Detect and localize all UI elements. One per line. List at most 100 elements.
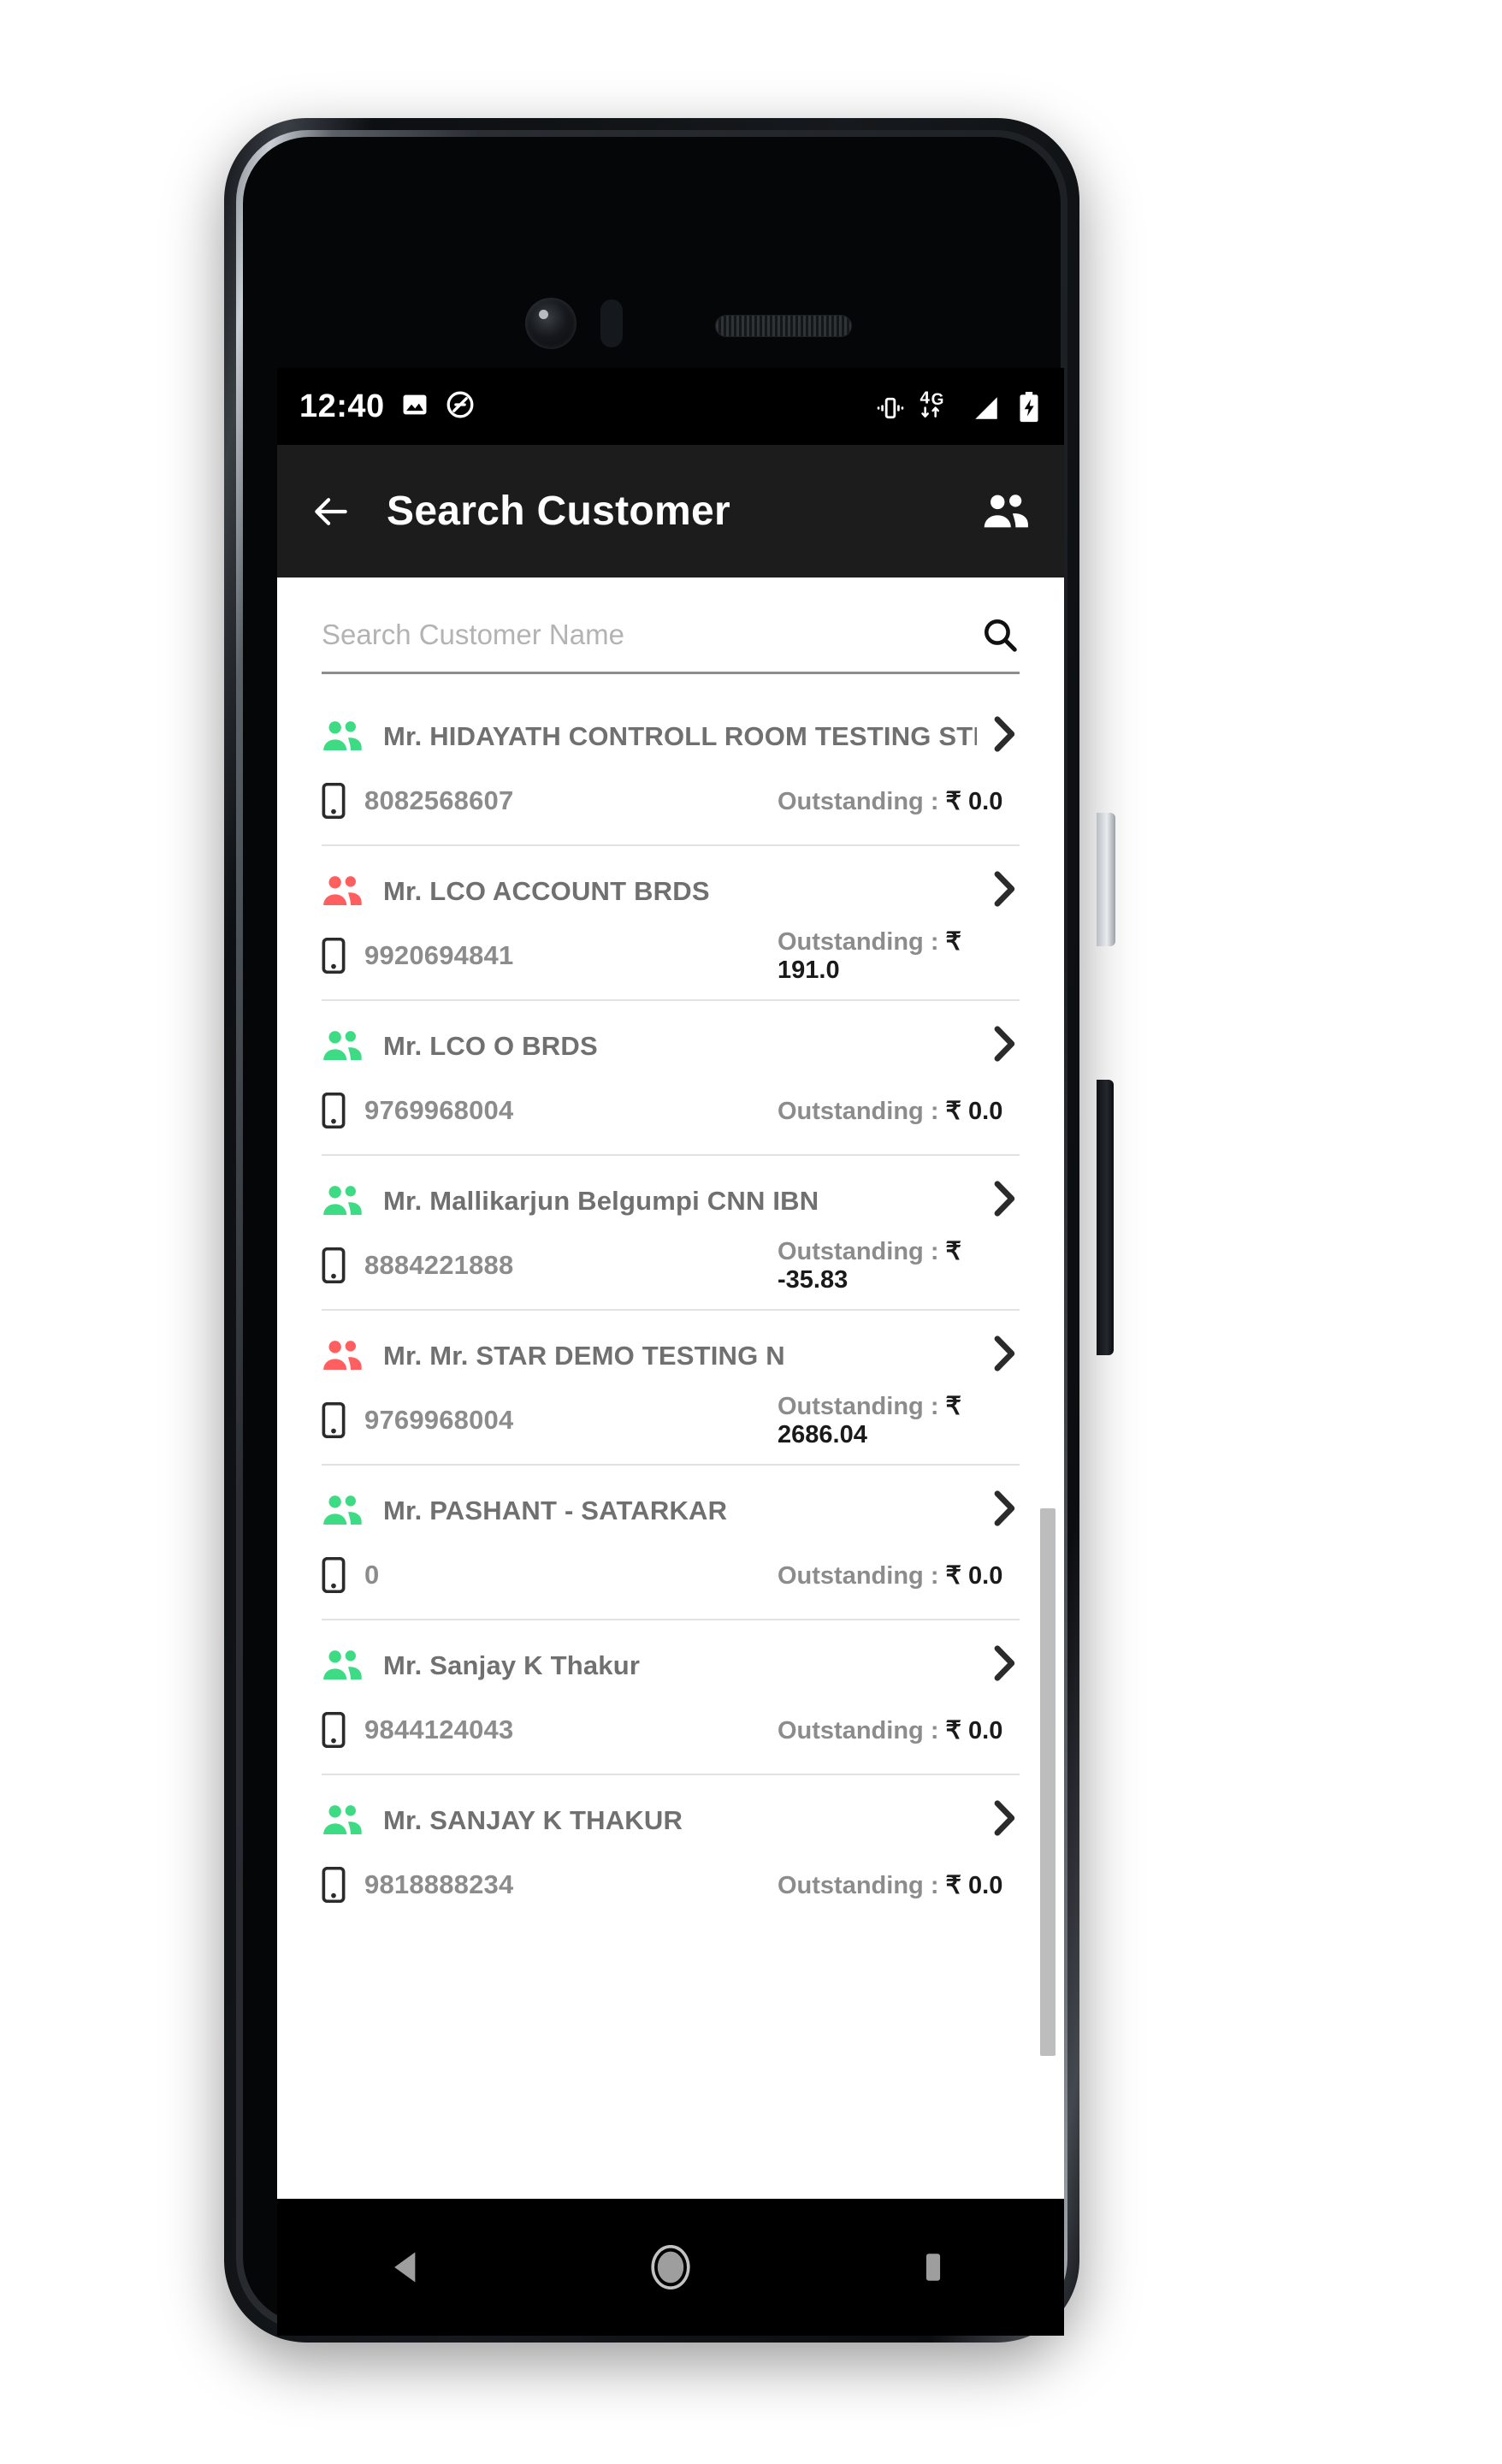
- phone-icon: [322, 782, 346, 820]
- outstanding-amount: Outstanding : ₹ 0.0: [778, 1870, 1002, 1900]
- customer-list-item[interactable]: Mr. Mr. STAR DEMO TESTING N 9769968004 Out…: [277, 1311, 1064, 1466]
- power-button[interactable]: [1097, 1080, 1114, 1355]
- phone-icon: [322, 937, 346, 974]
- chevron-right-icon[interactable]: [977, 1178, 1020, 1223]
- customer-list-item[interactable]: Mr. Mallikarjun Belgumpi CNN IBN 88842218…: [277, 1156, 1064, 1311]
- customer-row-details: 9769968004 Outstanding : ₹ 0.0: [322, 1074, 1020, 1156]
- camera-lens-dot: [539, 310, 548, 319]
- phone-device-frame: 12:40 4 G Search Customer Search Custome…: [224, 118, 1115, 2343]
- customer-row-details: 9920694841 Outstanding : ₹ 191.0: [322, 919, 1020, 1001]
- customer-list-item[interactable]: Mr. LCO O BRDS 9769968004 Outstanding : ₹ …: [277, 1001, 1064, 1156]
- chevron-right-icon[interactable]: [977, 714, 1020, 759]
- phone-icon: [322, 1401, 346, 1439]
- customer-phone: 8884221888: [364, 1250, 514, 1280]
- outstanding-value: ₹ 0.0: [945, 1716, 1003, 1744]
- search-field-container: [322, 615, 1020, 674]
- app-bar: Search Customer: [277, 445, 1064, 578]
- chevron-right-icon[interactable]: [977, 1488, 1020, 1533]
- search-icon[interactable]: [965, 615, 1020, 654]
- list-scrollbar[interactable]: [1040, 1508, 1056, 2056]
- customer-row-details: 9818888234 Outstanding : ₹ 0.0: [322, 1848, 1020, 1928]
- outstanding-value: ₹ 0.0: [945, 1097, 1003, 1125]
- customer-name: Mr. LCO ACCOUNT BRDS: [383, 875, 710, 906]
- chevron-right-icon[interactable]: [977, 1333, 1020, 1378]
- people-avatar-icon: [322, 1028, 364, 1064]
- customer-name: Mr. LCO O BRDS: [383, 1030, 598, 1061]
- battery-charging-icon: [1016, 391, 1042, 427]
- people-avatar-icon: [322, 874, 364, 909]
- customer-phone: 0: [364, 1560, 380, 1590]
- customer-row-header[interactable]: Mr. PASHANT - SATARKAR: [322, 1466, 1020, 1538]
- back-arrow-icon[interactable]: [310, 490, 352, 533]
- customer-phone: 9920694841: [364, 940, 514, 970]
- chevron-right-icon[interactable]: [977, 1643, 1020, 1688]
- outstanding-amount: Outstanding : ₹ 2686.04: [778, 1391, 1020, 1449]
- customer-name: Mr. Sanjay K Thakur: [383, 1650, 641, 1680]
- outstanding-amount: Outstanding : ₹ 0.0: [778, 786, 1002, 816]
- main-content: Mr. HIDAYATH CONTROLL ROOM TESTING STB H…: [277, 578, 1064, 2199]
- do-not-disturb-icon: [445, 389, 476, 424]
- outstanding-label: Outstanding :: [778, 928, 946, 956]
- page-title: Search Customer: [387, 489, 730, 534]
- outstanding-amount: Outstanding : ₹ 0.0: [778, 1715, 1002, 1745]
- customer-list-item[interactable]: Mr. LCO ACCOUNT BRDS 9920694841 Outstandin…: [277, 846, 1064, 1001]
- search-input[interactable]: [322, 619, 965, 651]
- chevron-right-icon[interactable]: [977, 1798, 1020, 1843]
- svg-text:G: G: [931, 391, 944, 409]
- phone-icon: [322, 1247, 346, 1284]
- customer-row-header[interactable]: Mr. LCO ACCOUNT BRDS: [322, 846, 1020, 919]
- customer-name: Mr. Mr. STAR DEMO TESTING N: [383, 1340, 785, 1371]
- outstanding-amount: Outstanding : ₹ 0.0: [778, 1096, 1002, 1126]
- outstanding-label: Outstanding :: [778, 1716, 946, 1744]
- customer-row-header[interactable]: Mr. Sanjay K Thakur: [322, 1620, 1020, 1693]
- people-avatar-icon: [322, 1338, 364, 1374]
- customer-name: Mr. PASHANT - SATARKAR: [383, 1495, 728, 1525]
- phone-screen: 12:40 4 G Search Customer Search Custome…: [277, 368, 1064, 2199]
- customer-row-details: 0 Outstanding : ₹ 0.0: [322, 1538, 1020, 1620]
- customer-name: Mr. SANJAY K THAKUR: [383, 1804, 683, 1835]
- outstanding-amount: Outstanding : ₹ 191.0: [778, 927, 1020, 985]
- earpiece-speaker: [715, 315, 852, 337]
- outstanding-value: ₹ 0.0: [945, 787, 1003, 815]
- customer-row-details: 9769968004 Outstanding : ₹ 2686.04: [322, 1383, 1020, 1466]
- customer-list-item[interactable]: Mr. SANJAY K THAKUR 9818888234 Outstanding…: [277, 1775, 1064, 1928]
- customer-row-header[interactable]: Mr. Mallikarjun Belgumpi CNN IBN: [322, 1156, 1020, 1229]
- outstanding-label: Outstanding :: [778, 1238, 946, 1265]
- customer-row-header[interactable]: Mr. HIDAYATH CONTROLL ROOM TESTING STB H…: [322, 691, 1020, 764]
- 4g-data-icon: 4 G: [919, 387, 956, 427]
- front-camera-icon: [525, 298, 577, 349]
- outstanding-value: ₹ 0.0: [945, 1561, 1003, 1590]
- outstanding-label: Outstanding :: [778, 1561, 946, 1590]
- phone-icon: [322, 1711, 346, 1749]
- volume-button[interactable]: [1097, 813, 1115, 946]
- status-bar-left: 12:40: [299, 388, 476, 425]
- chevron-right-icon[interactable]: [977, 1023, 1020, 1069]
- people-avatar-icon: [322, 1803, 364, 1839]
- people-icon[interactable]: [982, 492, 1032, 531]
- phone-icon: [322, 1556, 346, 1594]
- customer-list-item[interactable]: Mr. PASHANT - SATARKAR 0 Outstanding : ₹ 0…: [277, 1466, 1064, 1620]
- customer-list-item[interactable]: Mr. Sanjay K Thakur 9844124043 Outstanding…: [277, 1620, 1064, 1775]
- people-avatar-icon: [322, 1648, 364, 1684]
- customer-name: Mr. HIDAYATH CONTROLL ROOM TESTING STB H…: [383, 720, 977, 751]
- nav-recents-icon[interactable]: [869, 2224, 997, 2310]
- customer-row-header[interactable]: Mr. Mr. STAR DEMO TESTING N: [322, 1311, 1020, 1383]
- customer-row-details: 9844124043 Outstanding : ₹ 0.0: [322, 1693, 1020, 1775]
- customer-list-item[interactable]: Mr. HIDAYATH CONTROLL ROOM TESTING STB H…: [277, 691, 1064, 846]
- status-bar-right: 4 G: [876, 387, 1042, 427]
- people-avatar-icon: [322, 719, 364, 755]
- customer-row-details: 8082568607 Outstanding : ₹ 0.0: [322, 764, 1020, 846]
- nav-back-icon[interactable]: [344, 2224, 472, 2310]
- outstanding-amount: Outstanding : ₹ -35.83: [778, 1236, 1020, 1294]
- customer-phone: 9844124043: [364, 1715, 514, 1744]
- customer-phone: 9818888234: [364, 1869, 514, 1899]
- customer-row-header[interactable]: Mr. LCO O BRDS: [322, 1001, 1020, 1074]
- outstanding-label: Outstanding :: [778, 1393, 946, 1420]
- outstanding-value: ₹ 0.0: [945, 1871, 1003, 1899]
- customer-phone: 8082568607: [364, 785, 514, 815]
- nav-home-icon[interactable]: [606, 2224, 735, 2310]
- chevron-right-icon[interactable]: [977, 868, 1020, 914]
- customer-row-header[interactable]: Mr. SANJAY K THAKUR: [322, 1775, 1020, 1848]
- status-time: 12:40: [299, 388, 385, 424]
- signal-icon: [970, 394, 1002, 427]
